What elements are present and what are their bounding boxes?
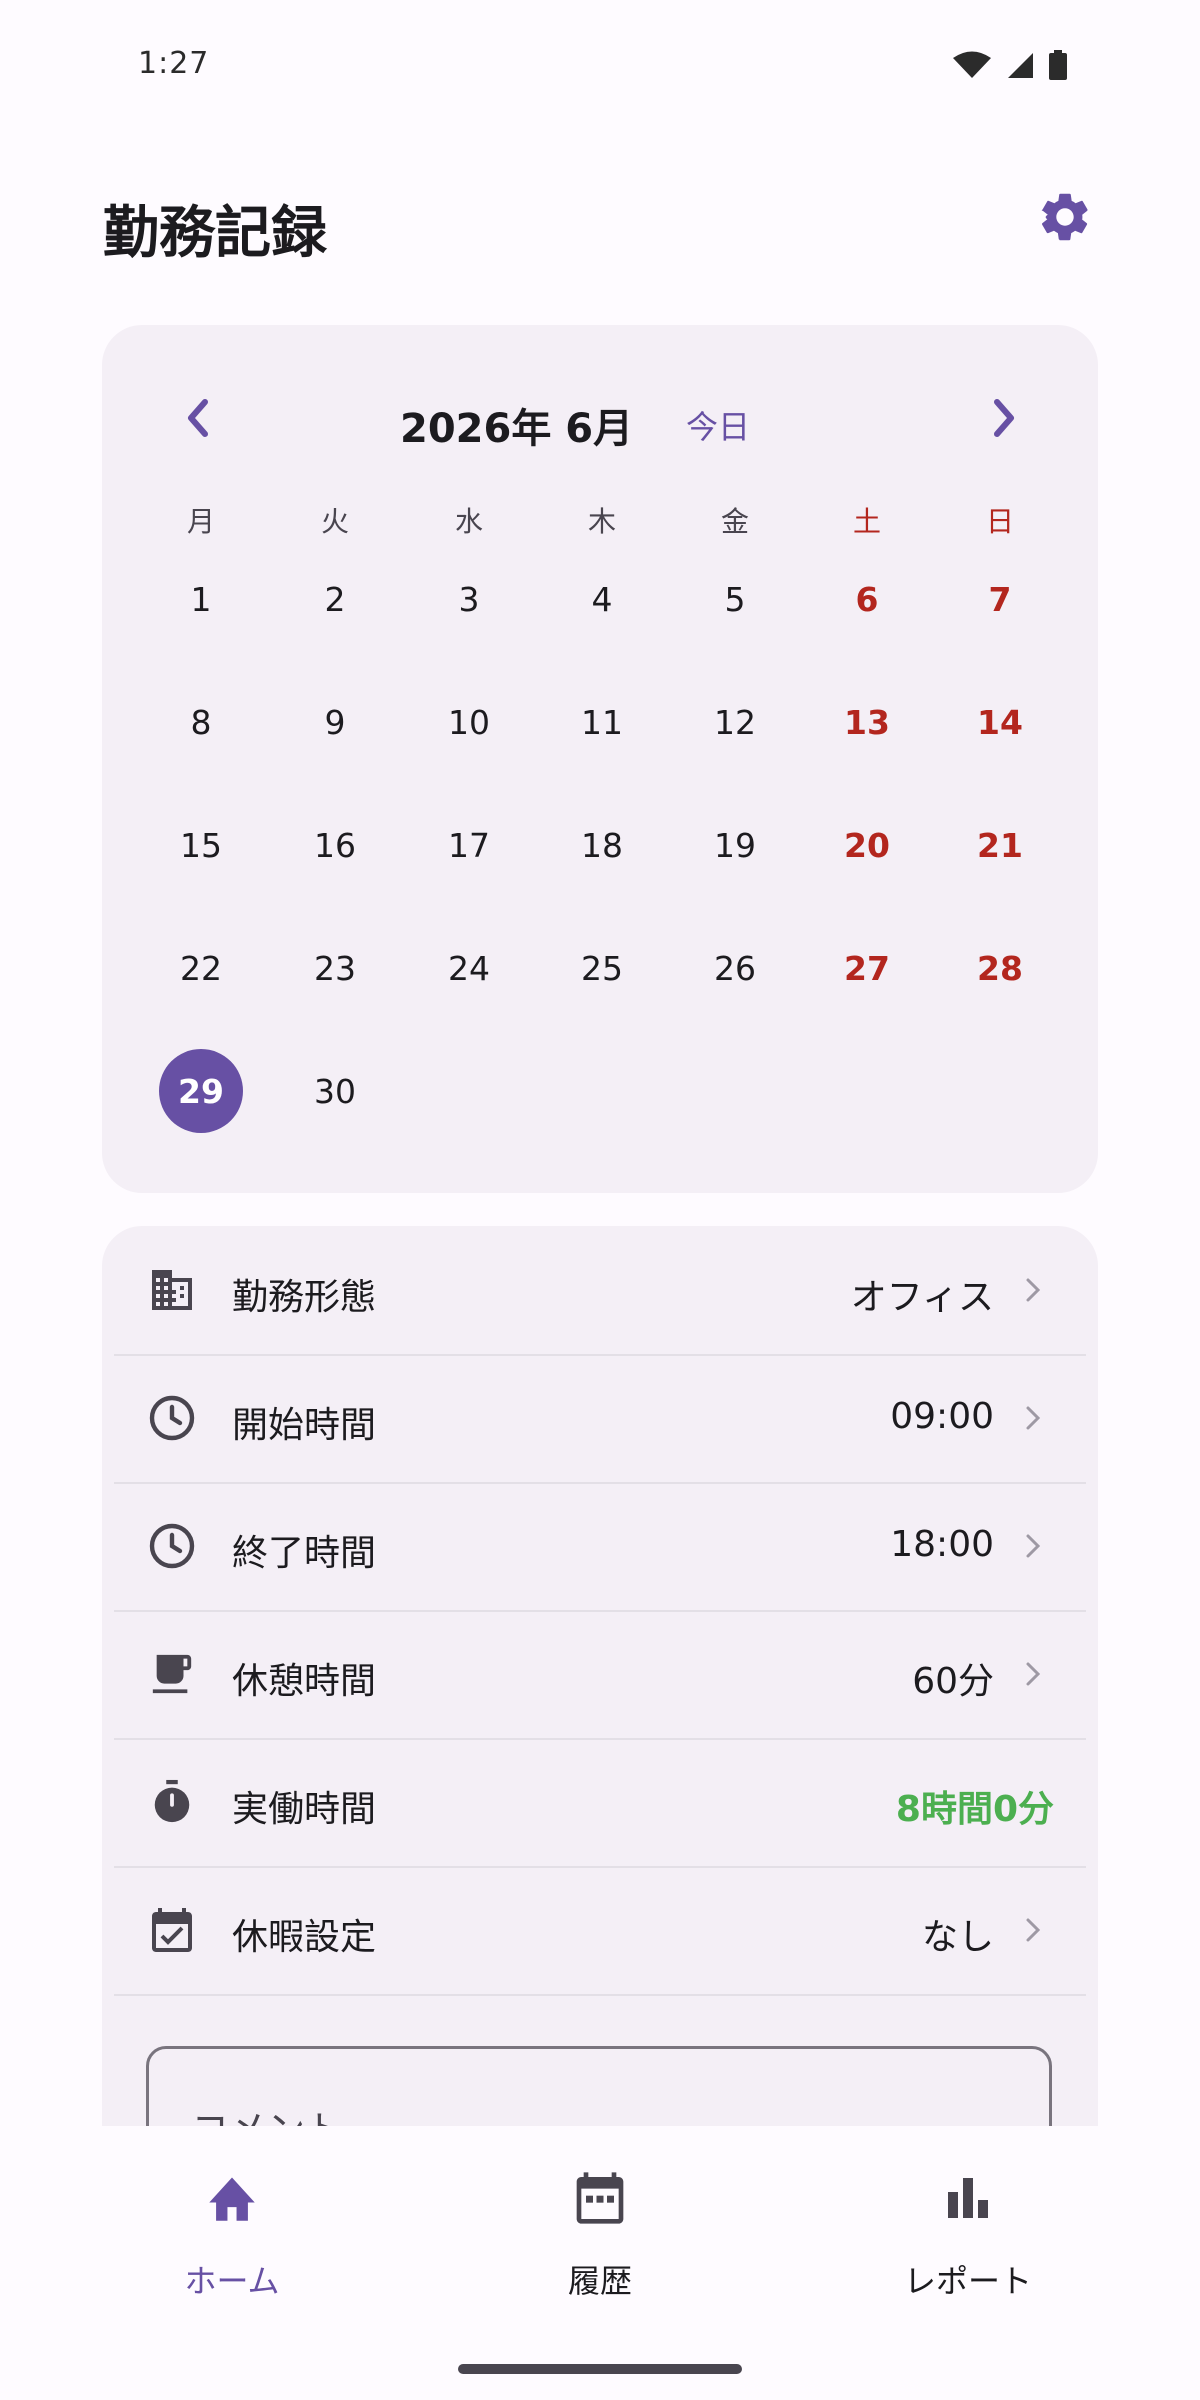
calendar-day[interactable]: 23 (293, 926, 377, 1010)
weekday-label: 火 (320, 505, 349, 538)
chevron-right-icon (1018, 1272, 1048, 1308)
clock-icon (146, 1520, 198, 1572)
row-label: 実働時間 (232, 1789, 377, 1830)
weekday-label: 金 (720, 505, 749, 538)
row-label: 勤務形態 (232, 1277, 377, 1318)
building-icon (146, 1264, 198, 1316)
end-time-row[interactable]: 終了時間 18:00 (114, 1482, 1086, 1612)
calendar-month-label: 2026年 6月 (400, 406, 634, 452)
calendar-day[interactable]: 1 (159, 557, 243, 641)
chevron-right-icon (1018, 1912, 1048, 1948)
calendar-day[interactable]: 19 (693, 803, 777, 887)
calendar-day[interactable]: 4 (560, 557, 644, 641)
calendar-day[interactable]: 3 (427, 557, 511, 641)
chevron-right-icon (1018, 1400, 1048, 1436)
calendar-day[interactable]: 13 (825, 680, 909, 764)
chevron-right-icon (989, 398, 1019, 442)
row-label: 終了時間 (232, 1533, 377, 1574)
break-time-row[interactable]: 休憩時間 60分 (114, 1610, 1086, 1740)
calendar-day[interactable]: 8 (159, 680, 243, 764)
comment-field[interactable]: コメント (146, 2046, 1052, 2126)
weekday-label: 土 (852, 505, 881, 538)
weekday-label: 日 (985, 505, 1014, 538)
calendar-day-selected[interactable]: 29 (159, 1049, 243, 1133)
details-card: 勤務形態 オフィス 開始時間 09:00 終了時間 18:00 休憩時間 60分… (102, 1226, 1098, 2126)
calendar-day[interactable]: 17 (427, 803, 511, 887)
weekday-label: 水 (454, 505, 483, 538)
row-value: なし (921, 1917, 994, 1958)
signal-icon (1006, 51, 1034, 83)
calendar-day[interactable]: 14 (958, 680, 1042, 764)
calendar-day[interactable]: 7 (958, 557, 1042, 641)
calendar-day[interactable]: 12 (693, 680, 777, 764)
chevron-right-icon (1018, 1528, 1048, 1564)
bottom-navigation: ホーム 履歴 レポート (0, 2126, 1200, 2400)
row-label: 休憩時間 (232, 1661, 377, 1702)
next-month-button[interactable] (974, 390, 1034, 450)
calendar-day[interactable]: 10 (427, 680, 511, 764)
calendar-icon (568, 2166, 632, 2230)
actual-work-time-row: 実働時間 8時間0分 (114, 1738, 1086, 1868)
calendar-day[interactable]: 22 (159, 926, 243, 1010)
weekday-label: 月 (186, 505, 215, 538)
page-title: 勤務記録 (103, 201, 327, 266)
calendar-day[interactable]: 21 (958, 803, 1042, 887)
leave-setting-row[interactable]: 休暇設定 なし (114, 1866, 1086, 1996)
row-label: 開始時間 (232, 1405, 377, 1446)
actual-work-time-value: 8時間0分 (895, 1789, 1054, 1830)
battery-icon (1048, 50, 1068, 84)
calendar-day[interactable]: 24 (427, 926, 511, 1010)
calendar-day[interactable]: 15 (159, 803, 243, 887)
work-style-row[interactable]: 勤務形態 オフィス (114, 1226, 1086, 1356)
gear-icon (1036, 188, 1094, 250)
nav-label: レポート (903, 2262, 1032, 2300)
comment-label: コメント (191, 2099, 343, 2126)
coffee-icon (146, 1648, 198, 1700)
settings-button[interactable] (1034, 188, 1096, 250)
calendar-day[interactable]: 9 (293, 680, 377, 764)
row-value: 09:00 (890, 1396, 994, 1437)
calendar-day[interactable]: 11 (560, 680, 644, 764)
row-value: 60分 (912, 1661, 994, 1702)
row-value: 18:00 (890, 1524, 994, 1565)
status-bar: 1:27 (0, 0, 1200, 100)
today-button[interactable]: 今日 (686, 402, 750, 448)
nav-home[interactable]: ホーム (112, 2166, 352, 2302)
status-icons (952, 50, 1068, 84)
nav-label: 履歴 (567, 2262, 632, 2300)
calendar-day[interactable]: 5 (693, 557, 777, 641)
screen: 1:27 勤務記録 2026年 6月 今日 月 火 水 木 金 土 日 1 2 … (0, 0, 1200, 2400)
calendar-day[interactable]: 2 (293, 557, 377, 641)
bar-chart-icon (936, 2166, 1000, 2230)
timer-icon (146, 1776, 198, 1828)
row-label: 休暇設定 (232, 1917, 377, 1958)
chevron-right-icon (1018, 1656, 1048, 1692)
calendar-day[interactable]: 26 (693, 926, 777, 1010)
calendar-day[interactable]: 27 (825, 926, 909, 1010)
home-icon (200, 2166, 264, 2230)
home-indicator[interactable] (458, 2364, 742, 2374)
calendar-day[interactable]: 6 (825, 557, 909, 641)
calendar-day[interactable]: 16 (293, 803, 377, 887)
start-time-row[interactable]: 開始時間 09:00 (114, 1354, 1086, 1484)
status-time: 1:27 (138, 46, 210, 81)
calendar-check-icon (146, 1904, 198, 1956)
weekday-label: 木 (587, 505, 616, 538)
chevron-left-icon (183, 398, 213, 442)
calendar-day[interactable]: 28 (958, 926, 1042, 1010)
nav-label: ホーム (184, 2262, 280, 2300)
calendar-day[interactable]: 25 (560, 926, 644, 1010)
row-value: オフィス (850, 1277, 994, 1318)
calendar-day[interactable]: 18 (560, 803, 644, 887)
clock-icon (146, 1392, 198, 1444)
nav-report[interactable]: レポート (848, 2166, 1088, 2302)
calendar-day[interactable]: 30 (293, 1049, 377, 1133)
calendar-day[interactable]: 20 (825, 803, 909, 887)
nav-history[interactable]: 履歴 (480, 2166, 720, 2302)
prev-month-button[interactable] (168, 390, 228, 450)
wifi-icon (952, 51, 992, 83)
